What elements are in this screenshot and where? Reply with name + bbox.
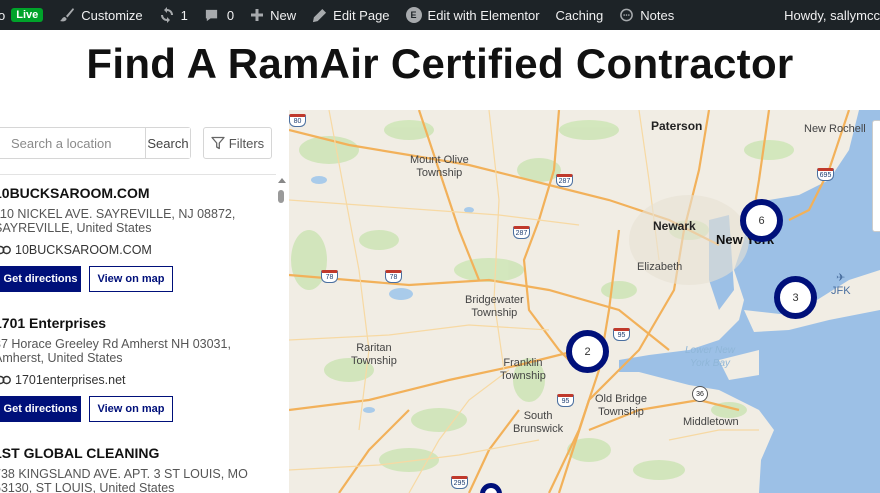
interstate-shield-icon: 95 — [557, 394, 574, 407]
interstate-shield-icon: 95 — [613, 328, 630, 341]
results-scrollbar[interactable] — [277, 174, 286, 493]
brush-icon — [60, 8, 75, 22]
map-cluster-marker[interactable]: 3 — [774, 276, 817, 319]
search-box: Search — [0, 127, 191, 159]
website-text: 10BUCKSAROOM.COM — [15, 243, 152, 257]
contractor-name: 1701 Enterprises — [0, 315, 107, 331]
result-actions: Get directions View on map — [0, 396, 276, 422]
interstate-shield-icon: 78 — [321, 270, 338, 283]
map-label-jfk: ✈ JFK — [831, 272, 851, 297]
map-label-south-brunswick: South Brunswick — [513, 410, 564, 435]
edit-page-link[interactable]: Edit Page — [304, 0, 397, 30]
contractor-website[interactable]: 10BUCKSAROOM.COM — [0, 243, 276, 257]
address-line: 37 Horace Greeley Rd Amherst NH 03031, — [0, 337, 231, 351]
search-row: Search — [0, 127, 191, 159]
map-label-lower-new-york-bay: Lower New York Bay — [685, 345, 736, 369]
contractor-address: 37 Horace Greeley Rd Amherst NH 03031, A… — [0, 337, 276, 365]
interstate-shield-icon: 287 — [556, 174, 573, 187]
caching-link[interactable]: Caching — [548, 0, 612, 30]
filters-label: Filters — [228, 135, 265, 151]
updates-count: 1 — [180, 7, 188, 23]
filter-icon — [211, 136, 225, 150]
address-line: Amherst, United States — [0, 351, 123, 365]
notes-link[interactable]: Notes — [611, 0, 682, 30]
contractor-address: 110 NICKEL AVE. SAYREVILLE, NJ 08872, SA… — [0, 207, 276, 235]
live-badge: Live — [11, 8, 44, 22]
list-item: 10BUCKSAROOM.COM 110 NICKEL AVE. SAYREVI… — [0, 185, 276, 292]
map-label-middletown: Middletown — [683, 416, 739, 428]
edit-elementor-label: Edit with Elementor — [427, 7, 540, 23]
interstate-shield-icon: 695 — [817, 168, 834, 181]
elementor-icon: E — [405, 7, 422, 23]
refresh-icon — [160, 7, 173, 23]
website-text: 1701enterprises.net — [15, 373, 126, 387]
comment-icon — [205, 9, 218, 21]
howdy-label: Howdy, sallymcc — [784, 7, 880, 23]
get-directions-button[interactable]: Get directions — [0, 396, 81, 422]
map-label-bridgewater: Bridgewater Township — [465, 294, 524, 319]
interstate-shield-icon: 80 — [289, 114, 306, 127]
map-label-paterson: Paterson — [651, 119, 703, 133]
edit-page-label: Edit Page — [333, 7, 390, 23]
notes-label: Notes — [640, 7, 675, 23]
link-icon — [0, 245, 11, 255]
scroll-thumb[interactable] — [278, 190, 284, 203]
map-cluster-marker[interactable]: 2 — [566, 330, 609, 373]
wp-admin-bar: o Live Customize 1 0 New Edit Page E Edi… — [0, 0, 880, 30]
map-label-mount-olive: Mount Olive Township — [410, 154, 469, 179]
filters-button[interactable]: Filters — [203, 127, 272, 159]
comments-link[interactable]: 0 — [196, 0, 242, 30]
search-location-input[interactable] — [0, 128, 145, 158]
customize-link[interactable]: Customize — [51, 0, 150, 30]
locator-sidebar: Search Filters 10BUCKSAROOM.COM 110 NICK… — [0, 110, 288, 493]
contractor-name: 10BUCKSAROOM.COM — [0, 185, 150, 201]
new-content-link[interactable]: New — [242, 0, 304, 30]
list-item: 1ST GLOBAL CLEANING 738 KINGSLAND AVE. A… — [0, 445, 276, 493]
pencil-icon — [313, 8, 327, 22]
contractor-name: 1ST GLOBAL CLEANING — [0, 445, 160, 461]
address-line: SAYREVILLE, United States — [0, 221, 152, 235]
map-label-new-rochelle: New Rochell — [804, 123, 866, 135]
interstate-shield-icon: 287 — [513, 226, 530, 239]
get-directions-button[interactable]: Get directions — [0, 266, 81, 292]
search-button[interactable]: Search — [145, 128, 190, 158]
edit-elementor-link[interactable]: E Edit with Elementor — [398, 0, 548, 30]
comments-count: 0 — [226, 7, 235, 23]
scroll-up-arrow-icon[interactable] — [278, 178, 286, 183]
view-on-map-button[interactable]: View on map — [89, 396, 173, 422]
link-icon — [0, 375, 11, 385]
caching-label: Caching — [555, 7, 604, 23]
map-cluster-marker[interactable]: 6 — [740, 199, 783, 242]
my-account-link[interactable]: Howdy, sallymcc — [776, 0, 880, 30]
results-list: 10BUCKSAROOM.COM 110 NICKEL AVE. SAYREVI… — [0, 174, 276, 493]
map-zoom-controls[interactable] — [872, 120, 880, 232]
updates-link[interactable]: 1 — [151, 0, 196, 30]
plus-icon — [251, 9, 264, 21]
contractor-map[interactable]: 80 287 287 78 78 95 95 695 295 36 Paters… — [289, 110, 880, 493]
list-item: 1701 Enterprises 37 Horace Greeley Rd Am… — [0, 315, 276, 422]
adminbar-site-item[interactable]: o Live — [0, 0, 51, 30]
map-label-franklin: Franklin Township — [500, 357, 546, 382]
new-label: New — [270, 7, 297, 23]
address-line: 110 NICKEL AVE. SAYREVILLE, NJ 08872, — [0, 207, 236, 221]
interstate-shield-icon: 78 — [385, 270, 402, 283]
customize-label: Customize — [81, 7, 143, 23]
adminbar-site-name: o — [0, 7, 6, 23]
state-route-shield-icon: 36 — [692, 386, 708, 402]
result-actions: Get directions View on map — [0, 266, 276, 292]
map-label-elizabeth: Elizabeth — [637, 261, 683, 273]
interstate-shield-icon: 295 — [451, 476, 468, 489]
contractor-website[interactable]: 1701enterprises.net — [0, 373, 276, 387]
map-label-old-bridge: Old Bridge Township — [595, 393, 647, 418]
address-line: 738 KINGSLAND AVE. APT. 3 ST LOUIS, MO — [0, 467, 248, 481]
map-label-newark: Newark — [653, 219, 696, 233]
chat-bubble-icon — [620, 8, 634, 21]
view-on-map-button[interactable]: View on map — [89, 266, 173, 292]
map-label-raritan: Raritan Township — [351, 342, 397, 367]
contractor-address: 738 KINGSLAND AVE. APT. 3 ST LOUIS, MO 6… — [0, 467, 276, 493]
address-line: 63130, ST LOUIS, United States — [0, 481, 175, 493]
page-title: Find A RamAir Certified Contractor — [86, 40, 794, 87]
